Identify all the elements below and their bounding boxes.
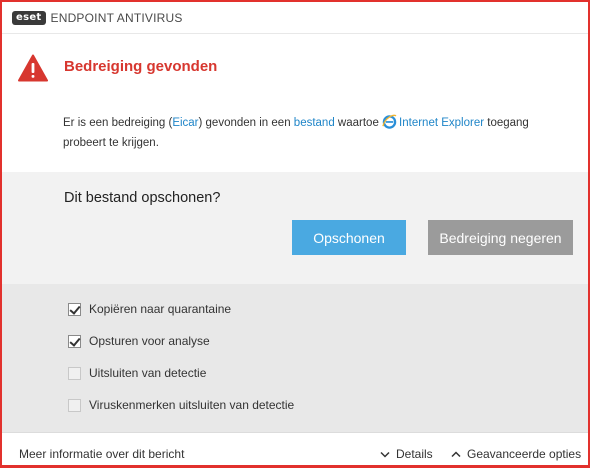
chevron-up-icon — [451, 450, 461, 457]
action-area: Dit bestand opschonen? Opschonen Bedreig… — [2, 172, 588, 284]
title-bar[interactable]: eset ENDPOINT ANTIVIRUS — [2, 2, 588, 34]
alert-message: Er is een bedreiging (Eicar) gevonden in… — [63, 113, 563, 153]
alert-text-line2: probeert te krijgen. — [63, 137, 159, 149]
alert-text-part4: toegang — [484, 117, 529, 129]
warning-triangle-icon — [18, 54, 48, 82]
alert-text-part3: waartoe — [334, 117, 383, 129]
option-exclude-signatures[interactable]: Viruskenmerken uitsluiten van detectie — [68, 398, 294, 412]
submit-analysis-checkbox[interactable] — [68, 334, 81, 348]
footer-bar: Meer informatie over dit bericht Details… — [2, 432, 588, 465]
alert-text-part2: ) gevonden in een — [198, 117, 294, 129]
option-exclude-detection[interactable]: Uitsluiten van detectie — [68, 366, 206, 380]
advanced-options-toggle[interactable]: Geavanceerde opties — [451, 447, 581, 461]
ignore-threat-button[interactable]: Bedreiging negeren — [428, 220, 573, 255]
option-label: Opsturen voor analyse — [89, 334, 210, 348]
details-toggle[interactable]: Details — [380, 447, 433, 461]
threat-name-link[interactable]: Eicar — [172, 117, 198, 129]
quarantine-checkbox[interactable] — [68, 302, 81, 316]
eset-logo: eset — [12, 10, 46, 25]
advanced-label: Geavanceerde opties — [467, 447, 582, 461]
option-quarantine[interactable]: Kopiëren naar quarantaine — [68, 302, 231, 316]
exclude-signatures-checkbox[interactable] — [68, 398, 81, 412]
exclude-detection-checkbox[interactable] — [68, 366, 81, 380]
option-label: Uitsluiten van detectie — [89, 366, 207, 380]
alert-header: Bedreiging gevonden Er is een bedreiging… — [2, 34, 588, 172]
internet-explorer-icon — [382, 114, 397, 129]
more-info-link[interactable]: Meer informatie over dit bericht — [19, 447, 184, 461]
clean-button[interactable]: Opschonen — [292, 220, 406, 255]
advanced-options-panel: Kopiëren naar quarantaine Opsturen voor … — [2, 284, 588, 432]
alert-text-part1: Er is een bedreiging ( — [63, 117, 173, 129]
option-label: Kopiëren naar quarantaine — [89, 302, 232, 316]
alert-title: Bedreiging gevonden — [64, 58, 218, 75]
clean-question: Dit bestand opschonen? — [64, 190, 221, 206]
browser-name-link[interactable]: Internet Explorer — [399, 117, 484, 129]
file-link[interactable]: bestand — [294, 117, 335, 129]
chevron-down-icon — [380, 451, 390, 458]
app-title: ENDPOINT ANTIVIRUS — [50, 10, 183, 25]
option-submit-analysis[interactable]: Opsturen voor analyse — [68, 334, 210, 348]
eset-alert-window: eset ENDPOINT ANTIVIRUS Bedreiging gevon… — [0, 0, 590, 468]
details-label: Details — [396, 447, 433, 461]
option-label: Viruskenmerken uitsluiten van detectie — [89, 398, 295, 412]
